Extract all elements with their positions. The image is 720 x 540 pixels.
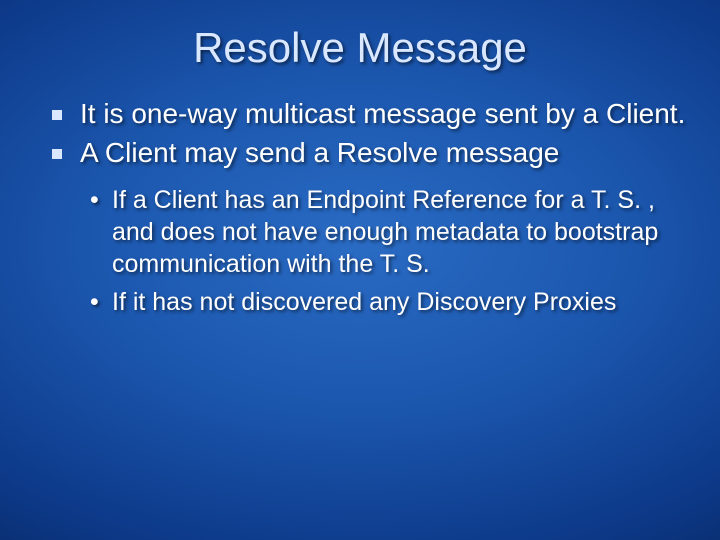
slide: Resolve Message It is one-way multicast … xyxy=(0,0,720,540)
list-item: It is one-way multicast message sent by … xyxy=(52,96,686,131)
list-item: If it has not discovered any Discovery P… xyxy=(90,286,690,318)
list-item: A Client may send a Resolve message xyxy=(52,135,686,170)
sub-bullet-list: If a Client has an Endpoint Reference fo… xyxy=(90,184,690,318)
main-bullet-list: It is one-way multicast message sent by … xyxy=(52,96,686,170)
slide-title: Resolve Message xyxy=(30,24,690,72)
list-item: If a Client has an Endpoint Reference fo… xyxy=(90,184,690,280)
